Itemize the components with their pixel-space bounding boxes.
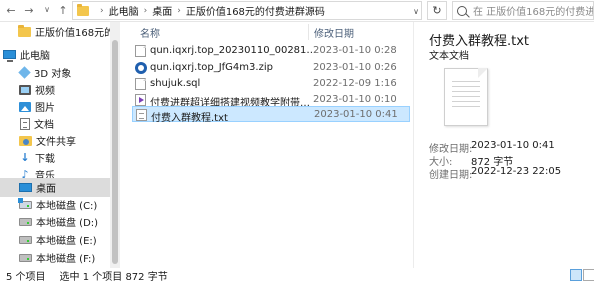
details-view-icon[interactable] — [570, 269, 582, 281]
drive-icon — [19, 235, 32, 244]
shared-folder-icon — [19, 135, 32, 146]
video-icon — [19, 84, 31, 95]
thumbnail-line — [452, 96, 480, 97]
breadcrumb-current-folder[interactable]: 正版价值168元的付费进群源码 — [186, 3, 325, 18]
breadcrumb-separator-icon[interactable]: › — [100, 6, 104, 16]
file-name: qun.iqxrj.top_20230110_002810.sql — [150, 45, 318, 56]
preview-file-type: 文本文档 — [429, 51, 469, 62]
download-icon: ↓ — [20, 150, 30, 164]
navigation-pane: 正版价值168元的付费进 此电脑 3D 对象 视频 图片 文档 文件共享 ↓ 下 — [0, 22, 120, 268]
nav-item-label: 文档 — [34, 120, 54, 131]
back-arrow-icon[interactable]: ← — [3, 2, 19, 18]
nav-item-label: 本地磁盘 (E:) — [36, 236, 97, 247]
computer-icon — [3, 50, 16, 62]
file-date: 2023-01-10 0:10 — [313, 94, 397, 105]
breadcrumb-separator-icon[interactable]: › — [144, 6, 148, 16]
property-label-created: 创建日期: — [429, 170, 473, 181]
file-list: 名称 修改日期 qun.iqxrj.top_20230110_002810.sq… — [122, 22, 412, 268]
text-file-icon — [136, 109, 147, 121]
recent-locations-chevron-icon[interactable]: ∨ — [39, 2, 55, 18]
pictures-icon — [19, 101, 31, 112]
refresh-icon[interactable]: ↻ — [427, 1, 447, 20]
file-row-selected[interactable]: 付费入群教程.txt 2023-01-10 0:41 — [132, 106, 410, 124]
folder-icon — [77, 3, 89, 16]
drive-icon — [19, 253, 32, 262]
breadcrumb-separator-icon[interactable]: › — [177, 6, 181, 16]
file-date: 2023-01-10 0:28 — [313, 45, 397, 56]
up-arrow-icon[interactable]: ↑ — [55, 2, 71, 18]
nav-item-label: 图片 — [35, 103, 55, 114]
breadcrumb-this-pc[interactable]: 此电脑 — [109, 3, 139, 18]
drive-c-icon — [18, 197, 32, 209]
search-input[interactable]: 在 正版价值168元的付费进... — [452, 1, 594, 20]
nav-item-label: 正版价值168元的付费进 — [35, 28, 110, 39]
address-toolbar: ← → ∨ ↑ › 此电脑 › 桌面 › 正版价值168元的付费进群源码 ∨ ↻… — [0, 0, 594, 22]
documents-icon — [20, 117, 30, 130]
zip-file-icon — [135, 62, 147, 74]
sql-file-icon — [135, 78, 146, 90]
file-row[interactable]: qun.iqxrj.top_20230110_002810.sql 2023-0… — [132, 43, 410, 59]
address-dropdown-icon[interactable]: ∨ — [410, 5, 422, 17]
nav-item-label: 视频 — [35, 86, 55, 97]
forward-arrow-icon[interactable]: → — [21, 2, 37, 18]
navigation-scrollbar-thumb[interactable] — [112, 40, 118, 264]
property-value-created: 2022-12-23 22:05 — [471, 166, 562, 177]
nav-item-label: 桌面 — [36, 184, 56, 195]
nav-item-label: 本地磁盘 (D:) — [36, 218, 99, 229]
column-divider[interactable] — [308, 24, 309, 40]
column-header-name[interactable]: 名称 — [140, 22, 160, 42]
column-header-date[interactable]: 修改日期 — [314, 22, 354, 42]
text-document-thumbnail-icon — [444, 68, 488, 126]
file-row[interactable]: qun.iqxrj.top_JfG4m3.zip 2023-01-10 0:26 — [132, 60, 410, 76]
thumbnail-line — [452, 106, 480, 107]
nav-item-label: 此电脑 — [20, 51, 50, 62]
nav-item-drive-f[interactable]: 本地磁盘 (F:) — [0, 248, 110, 267]
address-bar[interactable]: › 此电脑 › 桌面 › 正版价值168元的付费进群源码 — [72, 1, 422, 20]
thumbnail-line — [452, 86, 480, 87]
sql-file-icon — [135, 45, 146, 57]
nav-item-label: 本地磁盘 (C:) — [36, 201, 98, 212]
status-bar: 5 个项目 选中 1 个项目 872 字节 — [0, 268, 594, 282]
large-icons-view-icon[interactable] — [583, 269, 594, 281]
video-file-icon — [135, 94, 146, 106]
file-date: 2023-01-10 0:41 — [314, 109, 398, 120]
3d-objects-icon — [18, 66, 31, 79]
nav-item-label: 下载 — [35, 154, 55, 165]
nav-item-quick-access-folder[interactable]: 正版价值168元的付费进 — [0, 22, 110, 41]
file-explorer-window: ← → ∨ ↑ › 此电脑 › 桌面 › 正版价值168元的付费进群源码 ∨ ↻… — [0, 0, 594, 282]
thumbnail-line — [452, 101, 480, 102]
search-placeholder: 在 正版价值168元的付费进... — [473, 7, 594, 18]
breadcrumb-desktop[interactable]: 桌面 — [152, 3, 172, 18]
nav-item-this-pc[interactable]: 此电脑 — [0, 45, 110, 64]
file-name: shujuk.sql — [150, 78, 201, 89]
file-date: 2023-01-10 0:26 — [313, 62, 397, 73]
drive-icon — [19, 217, 32, 226]
file-date: 2022-12-09 1:16 — [313, 78, 397, 89]
file-row[interactable]: shujuk.sql 2022-12-09 1:16 — [132, 76, 410, 92]
file-name: 付费入群教程.txt — [151, 113, 228, 124]
nav-item-label: 3D 对象 — [34, 69, 72, 80]
nav-item-drive-d[interactable]: 本地磁盘 (D:) — [0, 212, 110, 231]
status-selection: 选中 1 个项目 872 字节 — [59, 271, 168, 282]
nav-item-label: 文件共享 — [36, 137, 76, 148]
nav-item-label: 本地磁盘 (F:) — [36, 254, 96, 265]
search-icon — [457, 5, 467, 16]
status-item-count: 5 个项目 — [6, 271, 46, 282]
file-name: qun.iqxrj.top_JfG4m3.zip — [150, 62, 273, 73]
property-value-modified: 2023-01-10 0:41 — [471, 140, 555, 151]
nav-item-drive-e[interactable]: 本地磁盘 (E:) — [0, 230, 110, 249]
desktop-icon — [19, 183, 32, 192]
thumbnail-line — [452, 91, 480, 92]
details-pane: 付费入群教程.txt 文本文档 修改日期: 2023-01-10 0:41 大小… — [413, 22, 594, 268]
thumbnail-line — [452, 81, 480, 82]
folder-icon — [18, 24, 31, 37]
